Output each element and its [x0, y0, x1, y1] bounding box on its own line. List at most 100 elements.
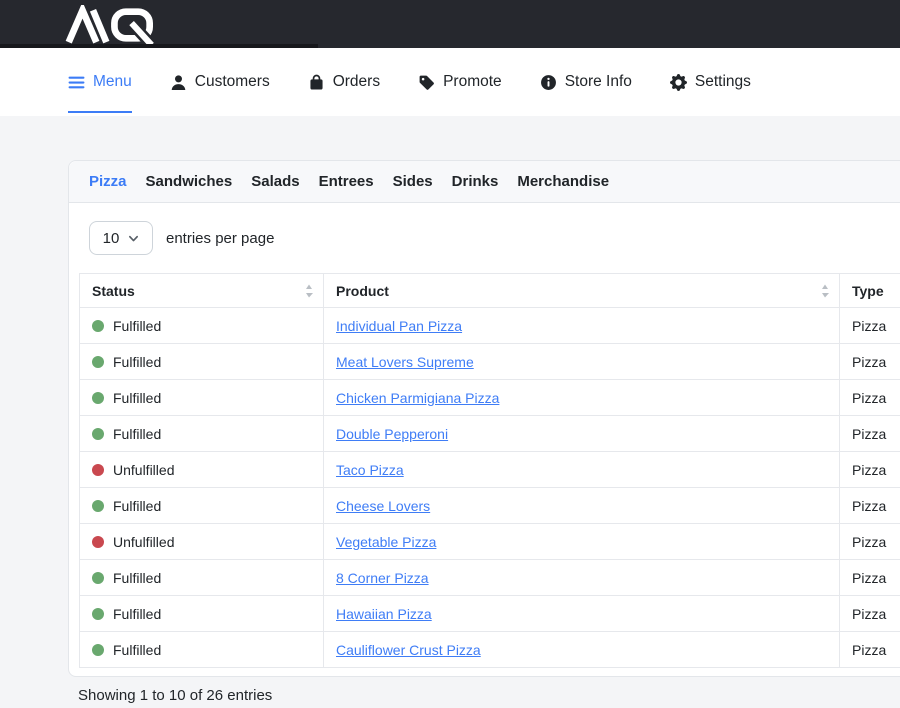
- product-cell: Double Pepperoni: [324, 416, 840, 452]
- status-label: Fulfilled: [113, 390, 161, 406]
- type-cell: Pizza: [840, 380, 900, 416]
- card-body: 10 entries per page StatusProductType Fu…: [69, 203, 900, 676]
- tab-salads[interactable]: Salads: [251, 173, 299, 190]
- status-label: Unfulfilled: [113, 534, 174, 550]
- type-cell: Pizza: [840, 596, 900, 632]
- product-link[interactable]: Cauliflower Crust Pizza: [336, 642, 481, 658]
- status-cell: Fulfilled: [80, 488, 324, 524]
- table-row: Fulfilled Cheese Lovers Pizza: [80, 488, 900, 524]
- table-row: Fulfilled Chicken Parmigiana Pizza Pizza: [80, 380, 900, 416]
- page-size-select[interactable]: 10: [89, 221, 153, 255]
- product-cell: Individual Pan Pizza: [324, 308, 840, 344]
- status-cell: Fulfilled: [80, 560, 324, 596]
- products-table: StatusProductType Fulfilled Individual P…: [79, 273, 900, 668]
- app-window: Menu Customers Orders Promote Store Info…: [0, 0, 900, 708]
- product-cell: 8 Corner Pizza: [324, 560, 840, 596]
- product-link[interactable]: 8 Corner Pizza: [336, 570, 429, 586]
- product-cell: Vegetable Pizza: [324, 524, 840, 560]
- product-cell: Taco Pizza: [324, 452, 840, 488]
- nav-item-menu[interactable]: Menu: [68, 48, 132, 116]
- app-header: [0, 0, 900, 48]
- product-cell: Cheese Lovers: [324, 488, 840, 524]
- product-link[interactable]: Meat Lovers Supreme: [336, 354, 474, 370]
- nav-item-label: Settings: [695, 73, 751, 91]
- entries-per-page-label: entries per page: [166, 230, 274, 247]
- nav-item-label: Promote: [443, 73, 502, 91]
- status-cell: Fulfilled: [80, 596, 324, 632]
- tab-sandwiches[interactable]: Sandwiches: [146, 173, 233, 190]
- type-cell: Pizza: [840, 416, 900, 452]
- type-cell: Pizza: [840, 452, 900, 488]
- type-cell: Pizza: [840, 560, 900, 596]
- table-row: Unfulfilled Vegetable Pizza Pizza: [80, 524, 900, 560]
- product-link[interactable]: Chicken Parmigiana Pizza: [336, 390, 499, 406]
- shopping-bag-icon: [308, 74, 325, 91]
- product-link[interactable]: Cheese Lovers: [336, 498, 430, 514]
- page-size-value: 10: [103, 230, 120, 247]
- primary-nav: Menu Customers Orders Promote Store Info…: [0, 48, 900, 116]
- status-dot: [92, 464, 104, 476]
- nav-item-orders[interactable]: Orders: [308, 48, 380, 116]
- product-cell: Meat Lovers Supreme: [324, 344, 840, 380]
- product-cell: Cauliflower Crust Pizza: [324, 632, 840, 668]
- status-dot: [92, 500, 104, 512]
- tab-merchandise[interactable]: Merchandise: [517, 173, 609, 190]
- category-tab-bar: Pizza Sandwiches Salads Entrees Sides Dr…: [69, 161, 900, 203]
- table-row: Fulfilled 8 Corner Pizza Pizza: [80, 560, 900, 596]
- product-link[interactable]: Double Pepperoni: [336, 426, 448, 442]
- nav-item-label: Customers: [195, 73, 270, 91]
- type-cell: Pizza: [840, 632, 900, 668]
- table-header-row: StatusProductType: [80, 274, 900, 308]
- status-dot: [92, 608, 104, 620]
- type-cell: Pizza: [840, 308, 900, 344]
- status-label: Fulfilled: [113, 570, 161, 586]
- product-link[interactable]: Taco Pizza: [336, 462, 404, 478]
- status-label: Unfulfilled: [113, 462, 174, 478]
- status-dot: [92, 356, 104, 368]
- nav-item-settings[interactable]: Settings: [670, 48, 751, 116]
- nav-item-promote[interactable]: Promote: [418, 48, 502, 116]
- column-header-product[interactable]: Product: [324, 274, 840, 308]
- status-cell: Fulfilled: [80, 416, 324, 452]
- tab-pizza[interactable]: Pizza: [89, 173, 127, 190]
- status-label: Fulfilled: [113, 318, 161, 334]
- product-link[interactable]: Vegetable Pizza: [336, 534, 436, 550]
- info-circle-icon: [540, 74, 557, 91]
- column-header-status[interactable]: Status: [80, 274, 324, 308]
- nav-item-store-info[interactable]: Store Info: [540, 48, 632, 116]
- table-row: Fulfilled Hawaiian Pizza Pizza: [80, 596, 900, 632]
- status-dot: [92, 320, 104, 332]
- tag-icon: [418, 74, 435, 91]
- status-label: Fulfilled: [113, 606, 161, 622]
- chevron-down-icon: [128, 233, 139, 244]
- table-summary: Showing 1 to 10 of 26 entries: [78, 687, 900, 704]
- nav-item-label: Store Info: [565, 73, 632, 91]
- product-link[interactable]: Hawaiian Pizza: [336, 606, 432, 622]
- status-cell: Fulfilled: [80, 380, 324, 416]
- brand-logo: [64, 5, 182, 45]
- status-dot: [92, 644, 104, 656]
- status-dot: [92, 536, 104, 548]
- hamburger-menu-icon: [68, 74, 85, 91]
- tab-sides[interactable]: Sides: [393, 173, 433, 190]
- header-accent-strip: [0, 44, 318, 48]
- table-row: Fulfilled Meat Lovers Supreme Pizza: [80, 344, 900, 380]
- status-cell: Unfulfilled: [80, 524, 324, 560]
- tab-drinks[interactable]: Drinks: [452, 173, 499, 190]
- type-cell: Pizza: [840, 488, 900, 524]
- product-cell: Hawaiian Pizza: [324, 596, 840, 632]
- status-cell: Fulfilled: [80, 344, 324, 380]
- nav-item-customers[interactable]: Customers: [170, 48, 270, 116]
- status-label: Fulfilled: [113, 354, 161, 370]
- nav-item-label: Menu: [93, 73, 132, 91]
- person-icon: [170, 74, 187, 91]
- tab-entrees[interactable]: Entrees: [319, 173, 374, 190]
- type-cell: Pizza: [840, 524, 900, 560]
- product-cell: Chicken Parmigiana Pizza: [324, 380, 840, 416]
- status-cell: Unfulfilled: [80, 452, 324, 488]
- type-cell: Pizza: [840, 344, 900, 380]
- status-label: Fulfilled: [113, 426, 161, 442]
- status-cell: Fulfilled: [80, 308, 324, 344]
- product-link[interactable]: Individual Pan Pizza: [336, 318, 462, 334]
- nav-item-label: Orders: [333, 73, 380, 91]
